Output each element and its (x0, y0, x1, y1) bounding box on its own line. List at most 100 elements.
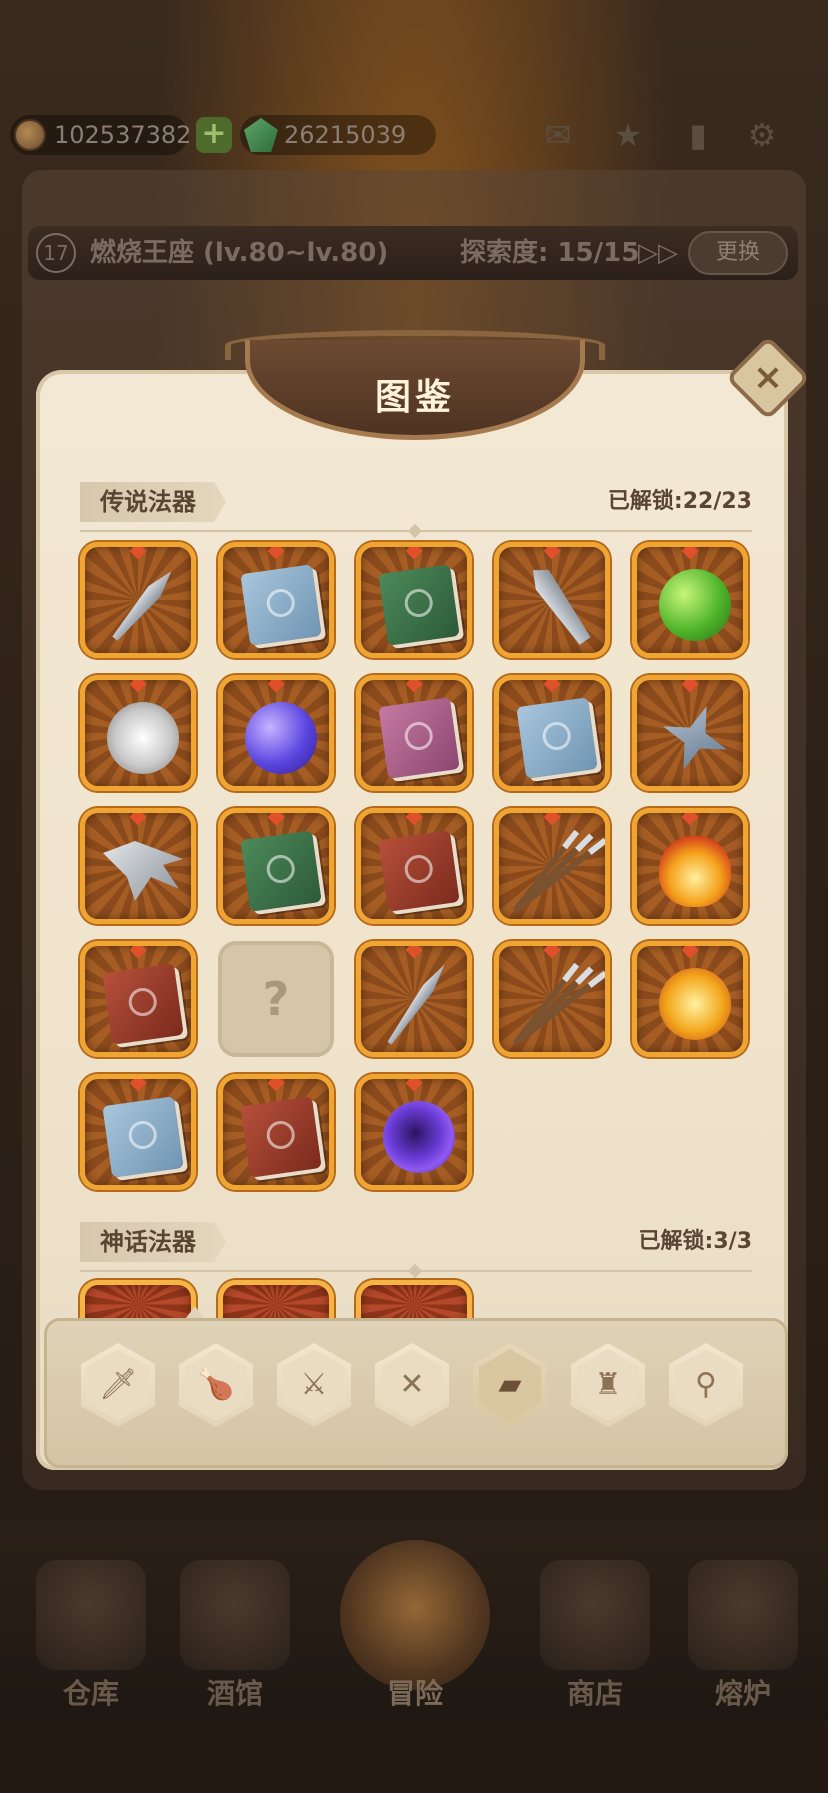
change-stage-button[interactable]: 更换 (688, 231, 788, 275)
legendary-item-tile[interactable] (494, 941, 610, 1057)
nav-label: 熔炉 (714, 1677, 771, 1710)
book-emblem-icon (264, 587, 297, 619)
legendary-item-tile[interactable] (494, 542, 610, 658)
rarity-gem-icon (405, 547, 423, 560)
legendary-unlocked-count: 已解锁:22/23 (607, 489, 752, 514)
book-emblem-icon (126, 986, 159, 1018)
green-orb-icon (659, 569, 731, 641)
rarity-gem-icon (129, 680, 147, 693)
panel-title: 图鉴 (374, 377, 455, 418)
coin-icon (14, 119, 46, 151)
stage-bar: 17 燃烧王座 (lv.80~lv.80) 探索度: 15/15 ▷▷ 更换 (28, 226, 798, 280)
legendary-item-tile[interactable] (494, 675, 610, 791)
legendary-item-tile[interactable] (218, 675, 334, 791)
mythic-section-label: 神话法器 (80, 1222, 226, 1262)
legendary-item-tile[interactable]: ? (218, 941, 334, 1057)
legendary-item-tile[interactable] (632, 675, 748, 791)
legendary-section-label: 传说法器 (80, 482, 226, 522)
book-emblem-icon (126, 1119, 159, 1151)
mythic-unlocked-count: 已解锁:3/3 (638, 1229, 752, 1254)
mythic-section-header: 神话法器 已解锁:3/3 (80, 1222, 752, 1272)
nav-label: 商店 (566, 1677, 623, 1710)
gear-icon[interactable]: ⚙ (740, 115, 784, 155)
rarity-gem-icon (681, 946, 699, 959)
gem-currency: 26215039 (240, 115, 436, 155)
rarity-gem-icon (267, 680, 285, 693)
rarity-gem-icon (681, 813, 699, 826)
rarity-gem-icon (267, 813, 285, 826)
shop-icon (540, 1560, 650, 1670)
close-icon[interactable]: × (738, 348, 798, 408)
red-book-icon (240, 1096, 322, 1178)
legendary-item-tile[interactable] (80, 675, 196, 791)
rarity-gem-icon (129, 547, 147, 560)
knife-icon (526, 563, 594, 648)
blue-book-icon (240, 564, 322, 646)
rarity-gem-icon (405, 813, 423, 826)
exploration-progress: 探索度: 15/15 (460, 238, 640, 268)
nav-item-warehouse[interactable]: 仓库 (16, 1550, 166, 1710)
fire-orb-icon (659, 835, 731, 907)
nav-item-tavern[interactable]: 酒馆 (160, 1550, 310, 1710)
rarity-gem-icon (267, 547, 285, 560)
nav-item-shop[interactable]: 商店 (520, 1550, 670, 1710)
add-gems-button[interactable]: + (196, 117, 232, 153)
forge-icon (688, 1560, 798, 1670)
legendary-item-tile[interactable] (80, 542, 196, 658)
legendary-item-tile[interactable] (494, 808, 610, 924)
void-orb-icon (383, 1101, 455, 1173)
stage-level-badge: 17 (36, 233, 76, 273)
green-book-icon (378, 564, 460, 646)
book-emblem-icon (540, 720, 573, 752)
legendary-item-tile[interactable] (632, 808, 748, 924)
rarity-gem-icon (405, 946, 423, 959)
nav-item-adventure[interactable]: 冒险 (340, 1540, 490, 1710)
stage-title: 燃烧王座 (lv.80~lv.80) (90, 238, 389, 268)
rarity-gem-icon (681, 547, 699, 560)
book-emblem-icon (402, 853, 435, 885)
book-emblem-icon (264, 1119, 297, 1151)
category-tab-bar: 🗡 🍗 ⚔ ✕ ▰ ♜ ⚲ (44, 1318, 788, 1468)
legendary-item-tile[interactable] (356, 941, 472, 1057)
book-emblem-icon (402, 587, 435, 619)
legendary-item-tile[interactable] (356, 1074, 472, 1190)
nav-item-forge[interactable]: 熔炉 (668, 1550, 818, 1710)
section-divider (80, 530, 752, 532)
red-book-icon (378, 830, 460, 912)
nav-label: 仓库 (62, 1677, 119, 1710)
legendary-item-tile[interactable] (218, 808, 334, 924)
legendary-item-tile[interactable] (218, 542, 334, 658)
top-bar: 102537382 + 26215039 ✉ ★ ▮ ⚙ (0, 105, 828, 165)
legendary-item-tile[interactable] (218, 1074, 334, 1190)
gold-amount: 102537382 (54, 121, 192, 149)
section-divider (80, 1270, 752, 1272)
locked-icon: ? (262, 972, 290, 1026)
pink-book-icon (378, 697, 460, 779)
bottom-navigation: 仓库 酒馆 冒险 商店 熔炉 (0, 1520, 828, 1720)
legendary-item-tile[interactable] (632, 542, 748, 658)
bookmark-icon[interactable]: ▮ (676, 115, 720, 155)
blue-book-icon (102, 1096, 184, 1178)
rarity-gem-icon (129, 813, 147, 826)
legendary-item-tile[interactable] (356, 542, 472, 658)
gem-icon (244, 118, 278, 152)
book-emblem-icon (402, 720, 435, 752)
legendary-item-tile[interactable] (80, 808, 196, 924)
legendary-item-tile[interactable] (356, 808, 472, 924)
mail-icon[interactable]: ✉ (536, 115, 580, 155)
red-book-icon (102, 963, 184, 1045)
book-emblem-icon (264, 853, 297, 885)
warehouse-icon (36, 1560, 146, 1670)
kunai-icon (109, 566, 178, 644)
favorite-icon[interactable]: ★ (606, 115, 650, 155)
legendary-item-tile[interactable] (80, 1074, 196, 1190)
legendary-item-tile[interactable] (80, 941, 196, 1057)
shuriken-icon (651, 694, 738, 781)
planet-orb-icon (245, 702, 317, 774)
legendary-item-tile[interactable] (632, 941, 748, 1057)
rarity-gem-icon (405, 680, 423, 693)
rarity-gem-icon (543, 946, 561, 959)
legendary-item-tile[interactable] (356, 675, 472, 791)
rarity-gem-icon (267, 1079, 285, 1092)
nav-label: 酒馆 (206, 1677, 263, 1710)
